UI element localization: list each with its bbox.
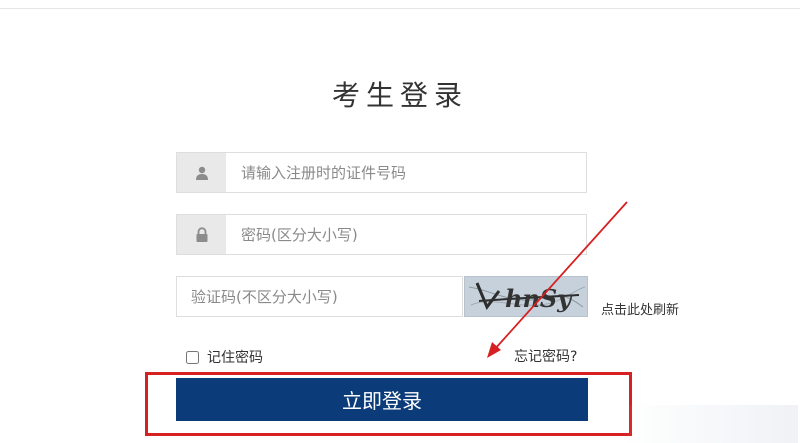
lock-icon <box>177 215 226 254</box>
refresh-captcha-link[interactable]: 点击此处刷新 <box>601 299 679 318</box>
remember-checkbox[interactable] <box>186 350 199 364</box>
forgot-password-link[interactable]: 忘记密码? <box>514 346 577 366</box>
captcha-input[interactable] <box>177 277 462 316</box>
top-divider <box>0 8 800 9</box>
page-title: 考生登录 <box>331 79 468 112</box>
password-input[interactable] <box>226 215 584 254</box>
highlight-box <box>145 372 632 436</box>
captcha-image[interactable]: hnSy <box>464 276 588 317</box>
id-number-input[interactable] <box>226 153 584 192</box>
watermark-area <box>622 405 798 443</box>
remember-password[interactable]: 记住密码 <box>186 347 263 367</box>
captcha-field[interactable] <box>176 276 463 317</box>
password-field[interactable] <box>176 214 587 255</box>
id-number-field[interactable] <box>176 152 587 193</box>
user-icon <box>177 153 226 192</box>
remember-label: 记住密码 <box>207 350 263 366</box>
captcha-text: hnSy <box>505 284 573 313</box>
